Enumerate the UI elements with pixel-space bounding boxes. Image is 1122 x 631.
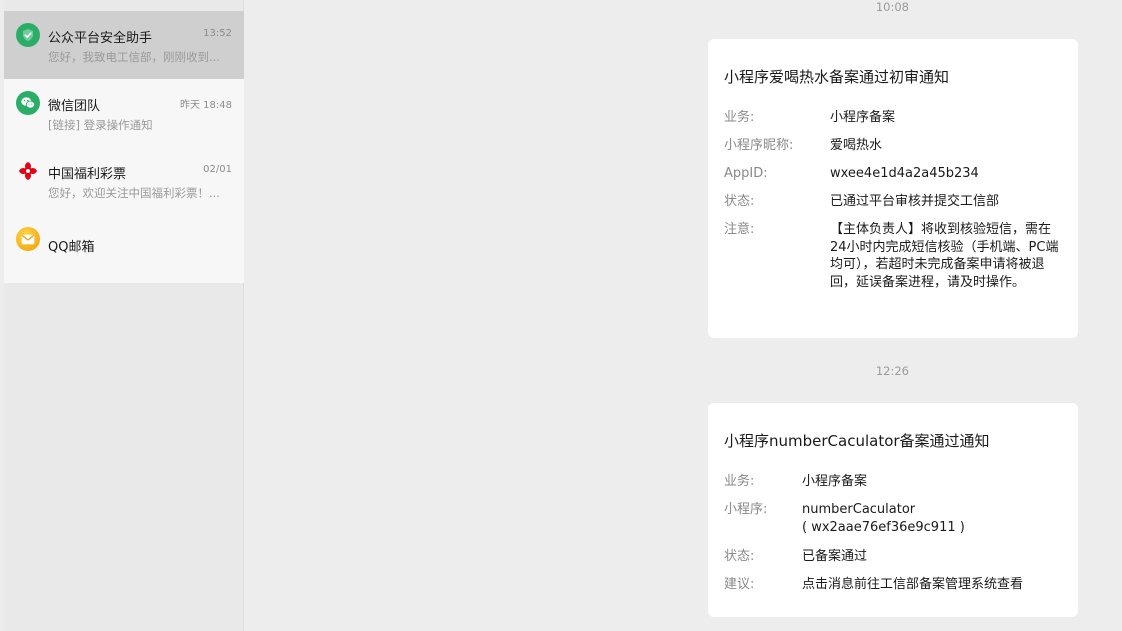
lottery-logo-icon <box>16 159 40 183</box>
field-value: 已备案通过 <box>802 549 868 564</box>
chat-time: 昨天 18:48 <box>180 100 232 111</box>
field-label: 建议: <box>724 577 755 592</box>
message-title: 小程序numberCaculator备案通过通知 <box>724 432 990 450</box>
field-label: 小程序昵称: <box>724 138 794 153</box>
chat-item-wechat-team[interactable]: 微信团队 昨天 18:48 [链接] 登录操作通知 <box>4 79 244 147</box>
field-label: AppID: <box>724 166 768 181</box>
field-value: numberCaculator ( wx2aae76ef36e9c911 ) <box>802 501 1064 536</box>
field-value: wxee4e1d4a2a45b234 <box>830 166 979 181</box>
chat-preview: [链接] 登录操作通知 <box>48 118 153 132</box>
mail-icon <box>16 227 40 251</box>
chat-name: 中国福利彩票 <box>48 167 127 182</box>
conversation-pane: 10:08 小程序爱喝热水备案通过初审通知 业务: 小程序备案 小程序昵称: 爱… <box>245 0 1122 631</box>
message-timestamp: 10:08 <box>875 0 909 14</box>
chat-preview: 您好，我致电工信部，刚刚收到... <box>48 50 220 64</box>
field-value: 爱喝热水 <box>830 138 883 153</box>
field-label: 业务: <box>724 110 755 125</box>
chat-name: QQ邮箱 <box>48 240 95 255</box>
field-value: 点击消息前往工信部备案管理系统查看 <box>802 577 1024 592</box>
chat-item-welfare-lottery[interactable]: 中国福利彩票 02/01 您好，欢迎关注中国福利彩票！... <box>4 147 244 215</box>
field-label: 状态: <box>724 549 755 564</box>
message-title: 小程序爱喝热水备案通过初审通知 <box>724 68 950 86</box>
mini-program-name: numberCaculator <box>802 502 916 517</box>
chat-preview: 您好，欢迎关注中国福利彩票！... <box>48 186 220 200</box>
chat-item-qq-mail[interactable]: QQ邮箱 <box>4 215 244 283</box>
chat-name: 公众平台安全助手 <box>48 31 153 46</box>
field-label: 业务: <box>724 474 755 489</box>
chat-item-security-assistant[interactable]: 公众平台安全助手 13:52 您好，我致电工信部，刚刚收到... <box>4 11 244 79</box>
field-label: 注意: <box>724 222 755 237</box>
message-timestamp: 12:26 <box>875 364 909 378</box>
message-card[interactable]: 小程序numberCaculator备案通过通知 业务: 小程序备案 小程序: … <box>708 403 1078 617</box>
field-value: 小程序备案 <box>802 474 868 489</box>
chat-name: 微信团队 <box>48 99 101 114</box>
field-label: 小程序: <box>724 502 768 517</box>
field-value: 已通过平台审核并提交工信部 <box>830 194 1000 209</box>
field-value: 小程序备案 <box>830 110 896 125</box>
chat-time: 13:52 <box>203 28 232 39</box>
field-value: 【主体负责人】将收到核验短信，需在24小时内完成短信核验（手机端、PC端均可），… <box>830 222 1059 290</box>
chat-time: 02/01 <box>203 164 232 175</box>
shield-check-icon <box>16 23 40 47</box>
wechat-icon <box>16 91 40 115</box>
mini-program-id: ( wx2aae76ef36e9c911 ) <box>802 519 965 535</box>
field-label: 状态: <box>724 194 755 209</box>
message-card[interactable]: 小程序爱喝热水备案通过初审通知 业务: 小程序备案 小程序昵称: 爱喝热水 Ap… <box>708 39 1078 338</box>
chat-sidebar: 公众平台安全助手 13:52 您好，我致电工信部，刚刚收到... 微信团队 昨天… <box>4 0 244 631</box>
chat-list: 公众平台安全助手 13:52 您好，我致电工信部，刚刚收到... 微信团队 昨天… <box>4 11 244 283</box>
